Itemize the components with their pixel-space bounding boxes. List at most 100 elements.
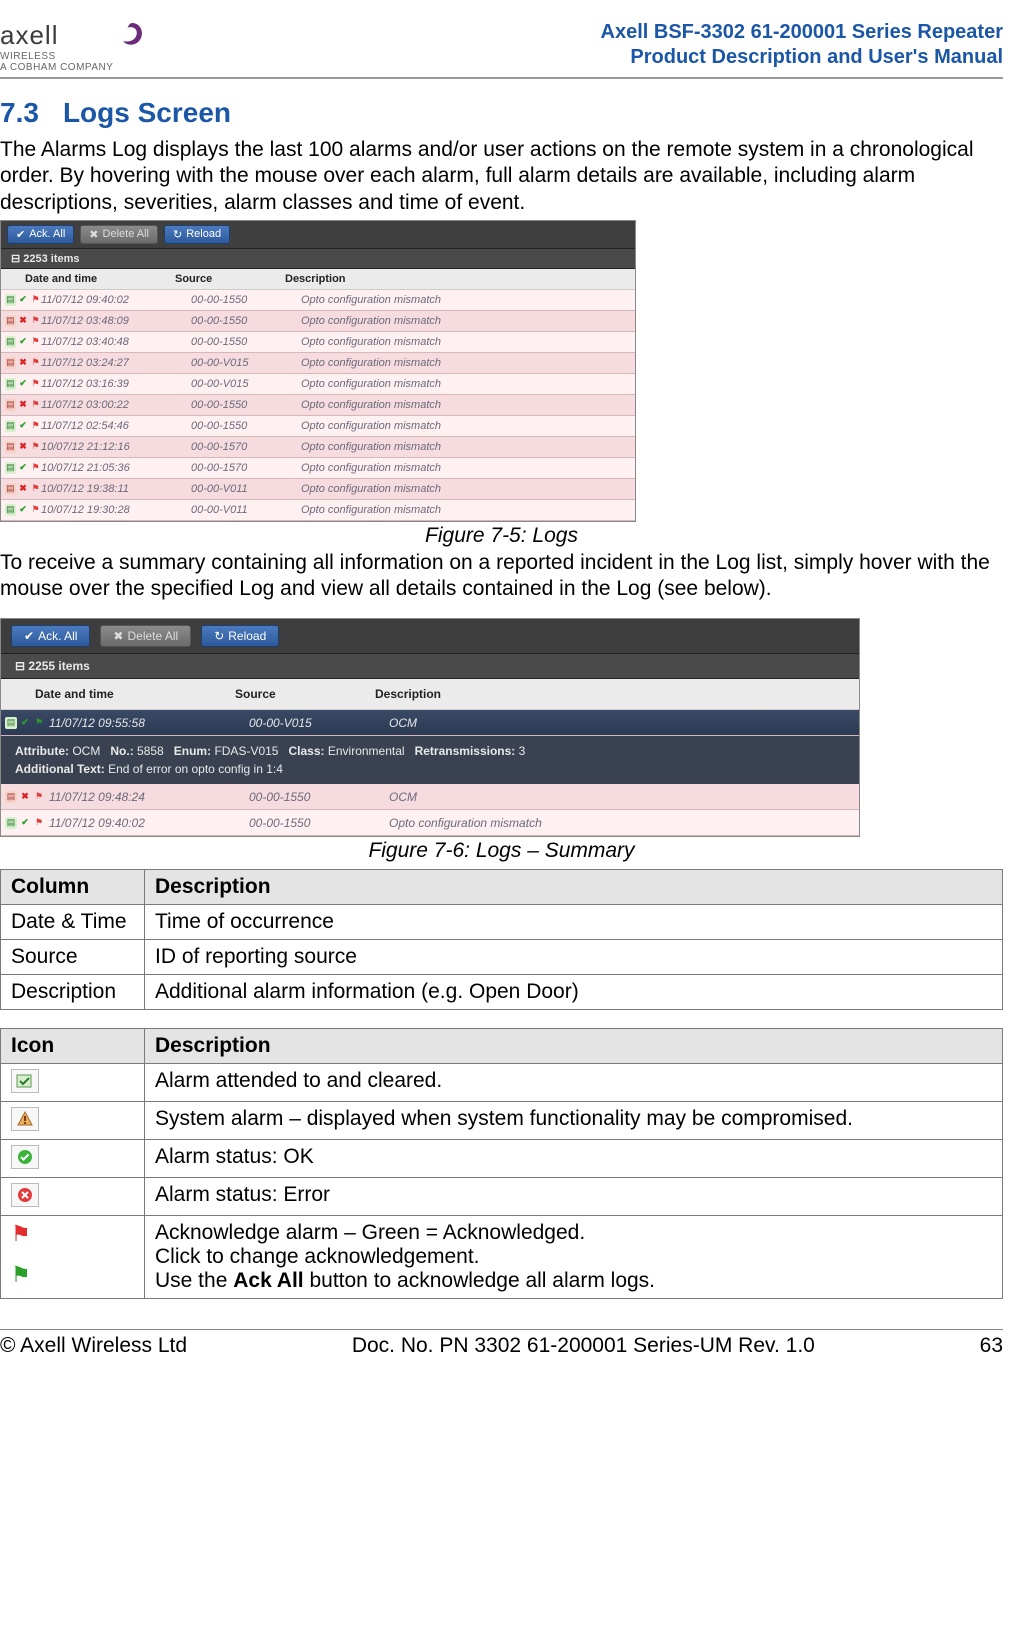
section-heading: 7.3Logs Screen [0,97,1003,129]
col-description: Description [375,687,859,701]
log-row[interactable]: ▤✔⚑ 11/07/12 09:40:02 00-00-1550 Opto co… [1,810,859,836]
cleared-icon: ▤ [5,336,16,348]
cleared-icon: ▤ [5,294,16,306]
figure-caption-2: Figure 7-6: Logs – Summary [0,839,1003,863]
flag-red-icon[interactable]: ⚑ [30,462,41,474]
cleared-icon: ▤ [5,378,16,390]
log-row[interactable]: ▤✔⚑10/07/12 21:05:3600-00-1570Opto confi… [1,458,635,479]
system-alarm-icon: ▤ [5,357,16,369]
log-row[interactable]: ▤✔⚑11/07/12 02:54:4600-00-1550Opto confi… [1,416,635,437]
collapse-icon[interactable]: ⊟ [15,659,25,673]
page-footer: © Axell Wireless Ltd Doc. No. PN 3302 61… [0,1329,1003,1358]
section-title: Logs Screen [63,97,231,128]
column-description-table: ColumnDescription Date & TimeTime of occ… [0,869,1003,1010]
ack-all-button[interactable]: ✔Ack. All [7,225,74,244]
log-row[interactable]: ▤✖⚑11/07/12 03:24:2700-00-V015Opto confi… [1,353,635,374]
log-row[interactable]: ▤✖⚑11/07/12 03:48:0900-00-1550Opto confi… [1,311,635,332]
th-icon: Icon [1,1029,145,1064]
x-icon: ✖ [89,228,98,241]
ok-icon: ✔ [18,504,29,516]
flag-red-icon[interactable]: ⚑ [30,357,41,369]
reload-button[interactable]: ↻Reload [164,225,230,244]
hover-details: Attribute: OCM No.: 5858 Enum: FDAS-V015… [1,736,859,784]
col-source: Source [175,273,285,285]
flag-red-icon[interactable]: ⚑ [30,441,41,453]
flag-red-icon[interactable]: ⚑ [30,420,41,432]
intro-paragraph: The Alarms Log displays the last 100 ala… [0,137,1003,216]
error-icon: ✖ [18,315,29,327]
th-description: Description [145,1029,1003,1064]
flag-red-icon[interactable]: ⚑ [30,504,41,516]
error-icon: ✖ [18,399,29,411]
cleared-alarm-icon [11,1069,39,1093]
ok-icon: ✔ [18,462,29,474]
logo-swirl-icon [117,20,147,56]
log-row-selected[interactable]: ▤✔⚑ 11/07/12 09:55:58 00-00-V015 OCM [1,710,859,736]
status-ok-icon [11,1145,39,1169]
items-count: 2253 items [23,253,79,265]
flag-red-icon[interactable]: ⚑ [33,791,45,803]
logo-text: axell [0,20,113,51]
logs-summary-screenshot: ✔Ack. All ✖Delete All ↻Reload ⊟ 2255 ite… [0,618,860,837]
flag-red-icon[interactable]: ⚑ [30,483,41,495]
flag-red-icon[interactable]: ⚑ [30,399,41,411]
logo-sub2: A COBHAM COMPANY [0,62,113,73]
log-row[interactable]: ▤✔⚑10/07/12 19:30:2800-00-V011Opto confi… [1,500,635,521]
icon-description-table: IconDescription Alarm attended to and cl… [0,1028,1003,1299]
error-icon: ✖ [18,357,29,369]
log-row[interactable]: ▤✔⚑11/07/12 03:40:4800-00-1550Opto confi… [1,332,635,353]
system-alarm-icon: ▤ [5,441,16,453]
ok-icon: ✔ [19,717,31,729]
delete-all-button[interactable]: ✖Delete All [100,625,191,647]
reload-icon: ↻ [173,228,182,241]
system-alarm-icon: ▤ [5,399,16,411]
flag-green-icon: ⚑ [11,1262,31,1287]
ok-icon: ✔ [18,294,29,306]
page-header: axell WIRELESS A COBHAM COMPANY Axell BS… [0,20,1003,79]
ok-icon: ✔ [18,378,29,390]
reload-button[interactable]: ↻Reload [201,625,279,647]
flag-red-icon[interactable]: ⚑ [30,336,41,348]
cleared-icon: ▤ [5,420,16,432]
log-row[interactable]: ▤✔⚑11/07/12 03:16:3900-00-V015Opto confi… [1,374,635,395]
flag-red-icon[interactable]: ⚑ [30,294,41,306]
log-row[interactable]: ▤✖⚑ 11/07/12 09:48:24 00-00-1550 OCM [1,784,859,810]
log-row[interactable]: ▤✔⚑11/07/12 09:40:0200-00-1550Opto confi… [1,290,635,311]
logo-sub1: WIRELESS [0,51,113,62]
system-alarm-icon: ▤ [5,791,17,803]
cleared-icon: ▤ [5,717,17,729]
col-date-time: Date and time [35,687,235,701]
error-icon: ✖ [18,441,29,453]
log-row[interactable]: ▤✖⚑10/07/12 19:38:1100-00-V011Opto confi… [1,479,635,500]
doc-title-line2: Product Description and User's Manual [601,45,1003,70]
flag-red-icon[interactable]: ⚑ [30,378,41,390]
delete-all-button[interactable]: ✖Delete All [80,225,158,244]
status-error-icon [11,1183,39,1207]
system-alarm-icon [11,1107,39,1131]
system-alarm-icon: ▤ [5,483,16,495]
cleared-icon: ▤ [5,462,16,474]
ack-all-button[interactable]: ✔Ack. All [11,625,90,647]
cleared-icon: ▤ [5,817,17,829]
th-description: Description [145,870,1003,905]
flag-red-icon[interactable]: ⚑ [33,817,45,829]
check-icon: ✔ [16,228,25,241]
check-icon: ✔ [24,629,34,643]
error-icon: ✖ [19,791,31,803]
log-row[interactable]: ▤✖⚑11/07/12 03:00:2200-00-1550Opto confi… [1,395,635,416]
col-source: Source [235,687,375,701]
footer-copyright: © Axell Wireless Ltd [0,1334,187,1358]
col-description: Description [285,273,635,285]
reload-icon: ↻ [214,629,224,643]
col-date-time: Date and time [25,273,175,285]
flag-red-icon[interactable]: ⚑ [30,315,41,327]
figure-caption-1: Figure 7-5: Logs [0,524,1003,548]
th-column: Column [1,870,145,905]
ok-icon: ✔ [18,420,29,432]
log-row[interactable]: ▤✖⚑10/07/12 21:12:1600-00-1570Opto confi… [1,437,635,458]
collapse-icon[interactable]: ⊟ [11,253,20,265]
logs-screenshot: ✔Ack. All ✖Delete All ↻Reload ⊟ 2253 ite… [0,220,636,522]
error-icon: ✖ [18,483,29,495]
flag-green-icon[interactable]: ⚑ [33,717,45,729]
doc-title-line1: Axell BSF-3302 61-200001 Series Repeater [601,20,1003,45]
